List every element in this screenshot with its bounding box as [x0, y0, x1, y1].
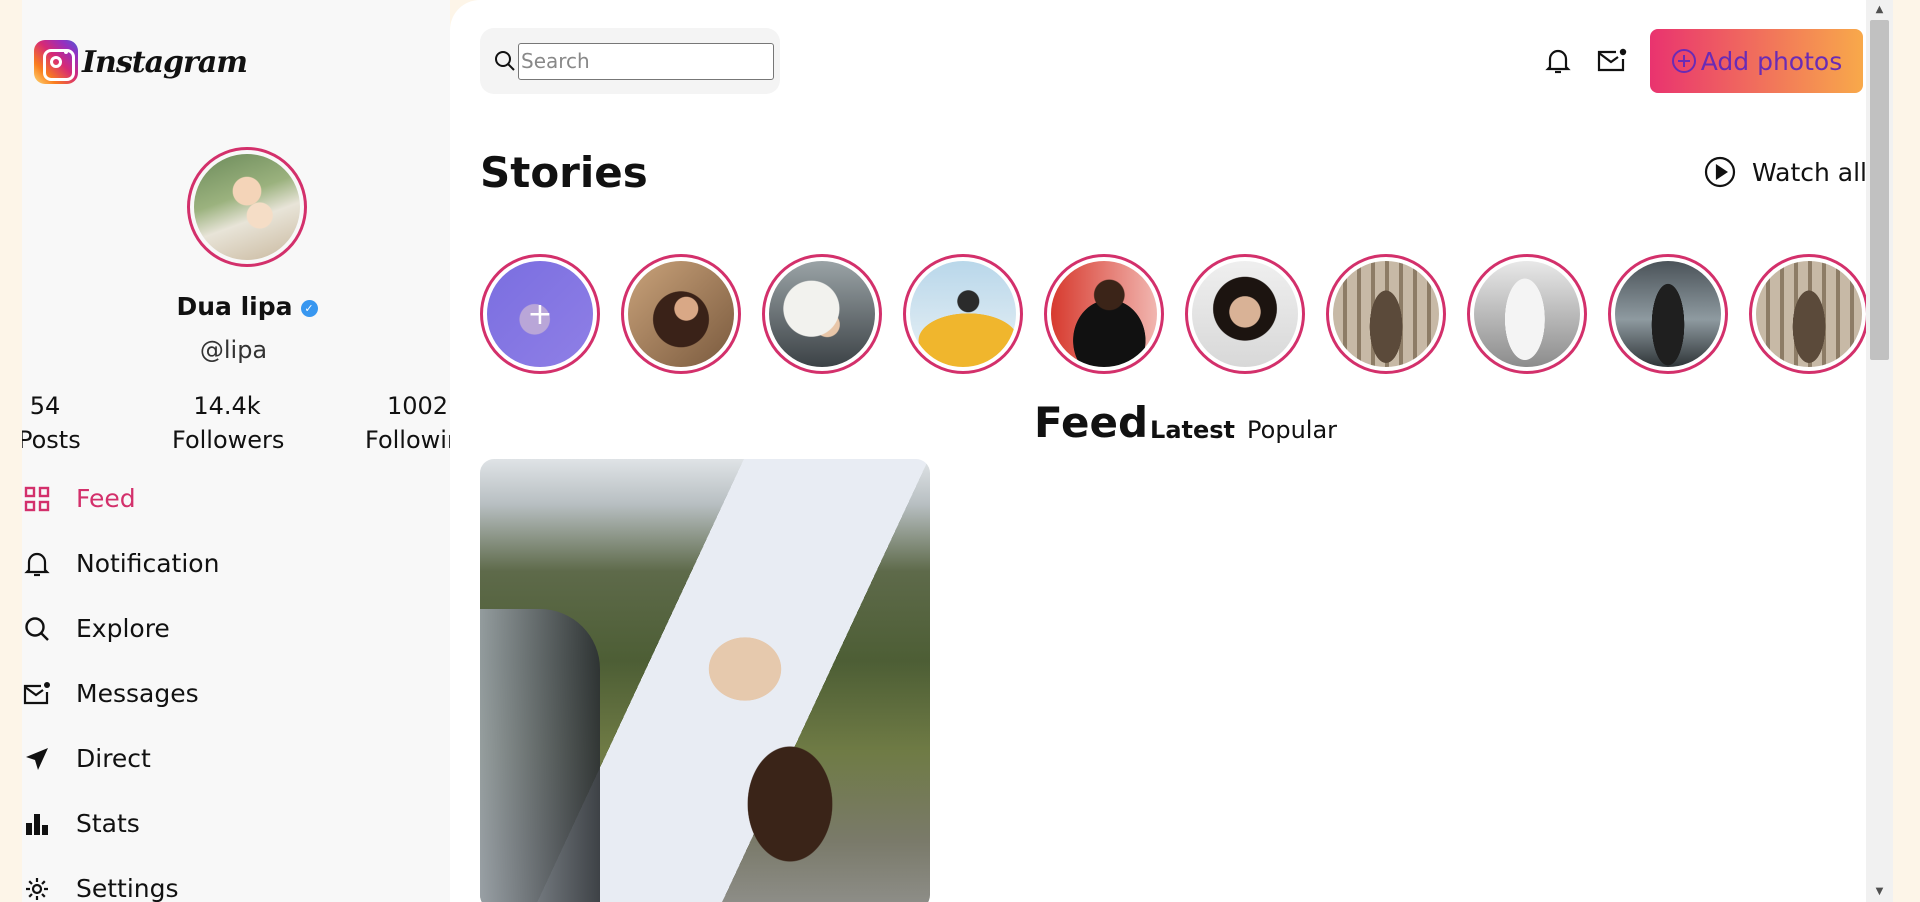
stat-posts-value: 54: [29, 392, 61, 420]
watch-all-button[interactable]: Watch all: [1704, 156, 1867, 188]
search-icon: [494, 50, 516, 72]
story-item[interactable]: [903, 254, 1023, 374]
nav-item-stats[interactable]: Stats: [22, 791, 450, 856]
add-photos-label: Add photos: [1700, 46, 1843, 76]
tab-latest[interactable]: Latest: [1150, 418, 1235, 444]
nav-item-label: Feed: [76, 484, 136, 513]
profile-name: Dua lipa: [176, 292, 293, 321]
story-thumbnail: [1615, 261, 1721, 367]
nav-item-label: Notification: [76, 549, 220, 578]
bar-chart-icon: [22, 809, 52, 839]
nav-item-notification[interactable]: Notification: [22, 531, 450, 596]
grid-icon: [22, 484, 52, 514]
car-door: [480, 609, 600, 902]
nav-item-label: Messages: [76, 679, 199, 708]
story-thumbnail: [910, 261, 1016, 367]
sidebar: Instagram Dua lipa ✓ @lipa 54 Posts 14.4k…: [22, 0, 450, 902]
stat-following[interactable]: 1002 Following: [365, 392, 450, 454]
nav-item-messages[interactable]: Messages: [22, 661, 450, 726]
scroll-thumb[interactable]: [1870, 20, 1889, 360]
profile-name-row: Dua lipa ✓: [22, 292, 450, 321]
main-content: Add photos Stories Watch all Feed Latest…: [450, 0, 1893, 902]
nav-item-settings[interactable]: Settings: [22, 856, 450, 902]
story-thumbnail: [1192, 261, 1298, 367]
sidebar-nav: Feed Notification Explore Messages Direc…: [22, 466, 450, 902]
nav-item-direct[interactable]: Direct: [22, 726, 450, 791]
profile-handle: @lipa: [199, 336, 268, 364]
search-input[interactable]: [518, 42, 774, 80]
profile-avatar[interactable]: [187, 147, 307, 267]
nav-item-label: Direct: [76, 744, 151, 773]
stat-followers-label: Followers: [172, 426, 285, 454]
add-photos-button[interactable]: Add photos: [1650, 29, 1863, 93]
play-circle-icon: [1704, 156, 1736, 188]
story-thumbnail: [1474, 261, 1580, 367]
logo-text: Instagram: [82, 44, 248, 80]
add-icon: [487, 261, 593, 367]
nav-item-label: Settings: [76, 874, 179, 902]
avatar-photo: [194, 154, 300, 260]
send-icon: [22, 744, 52, 774]
feed-post-image[interactable]: [480, 459, 930, 902]
story-item[interactable]: [1185, 254, 1305, 374]
feed-header: Feed Latest Popular: [1034, 402, 1337, 444]
mail-icon: [22, 679, 52, 709]
stories-row: [480, 254, 1869, 374]
story-thumbnail: [769, 261, 875, 367]
instagram-logo[interactable]: Instagram: [34, 40, 248, 84]
bell-icon: [22, 549, 52, 579]
nav-item-label: Explore: [76, 614, 170, 643]
story-item[interactable]: [621, 254, 741, 374]
search-icon: [22, 614, 52, 644]
stat-following-value: 1002: [387, 392, 449, 420]
story-thumbnail: [628, 261, 734, 367]
bell-icon: [1545, 47, 1571, 75]
nav-item-feed[interactable]: Feed: [22, 466, 450, 531]
messages-button[interactable]: [1595, 44, 1629, 78]
verified-badge-icon: ✓: [300, 299, 318, 317]
stories-title: Stories: [480, 148, 648, 197]
vertical-scrollbar[interactable]: ▲ ▼: [1866, 0, 1893, 902]
feed-title: Feed: [1034, 398, 1149, 447]
add-story-button[interactable]: [480, 254, 600, 374]
stat-posts-label: Posts: [22, 426, 81, 454]
instagram-logo-icon: [34, 40, 78, 84]
story-item[interactable]: [1608, 254, 1728, 374]
story-item[interactable]: [1467, 254, 1587, 374]
story-thumbnail: [1051, 261, 1157, 367]
stat-followers-value: 14.4k: [193, 392, 261, 420]
story-item[interactable]: [762, 254, 882, 374]
stat-posts[interactable]: 54 Posts: [22, 392, 81, 454]
gear-icon: [22, 874, 52, 902]
search-bar: [480, 28, 780, 94]
add-circle-icon: [1671, 48, 1697, 74]
story-thumbnail: [1756, 261, 1862, 367]
story-thumbnail: [1333, 261, 1439, 367]
story-item[interactable]: [1326, 254, 1446, 374]
scroll-down-arrow-icon[interactable]: ▼: [1866, 882, 1893, 902]
notifications-button[interactable]: [1541, 44, 1575, 78]
nav-item-explore[interactable]: Explore: [22, 596, 450, 661]
mail-icon: [1597, 48, 1627, 74]
scroll-up-arrow-icon[interactable]: ▲: [1866, 0, 1893, 20]
watch-all-label: Watch all: [1752, 157, 1867, 187]
stat-followers[interactable]: 14.4k Followers: [172, 392, 285, 454]
tab-popular[interactable]: Popular: [1247, 418, 1337, 444]
story-item[interactable]: [1749, 254, 1869, 374]
stat-following-label: Following: [365, 426, 450, 454]
nav-item-label: Stats: [76, 809, 140, 838]
story-item[interactable]: [1044, 254, 1164, 374]
